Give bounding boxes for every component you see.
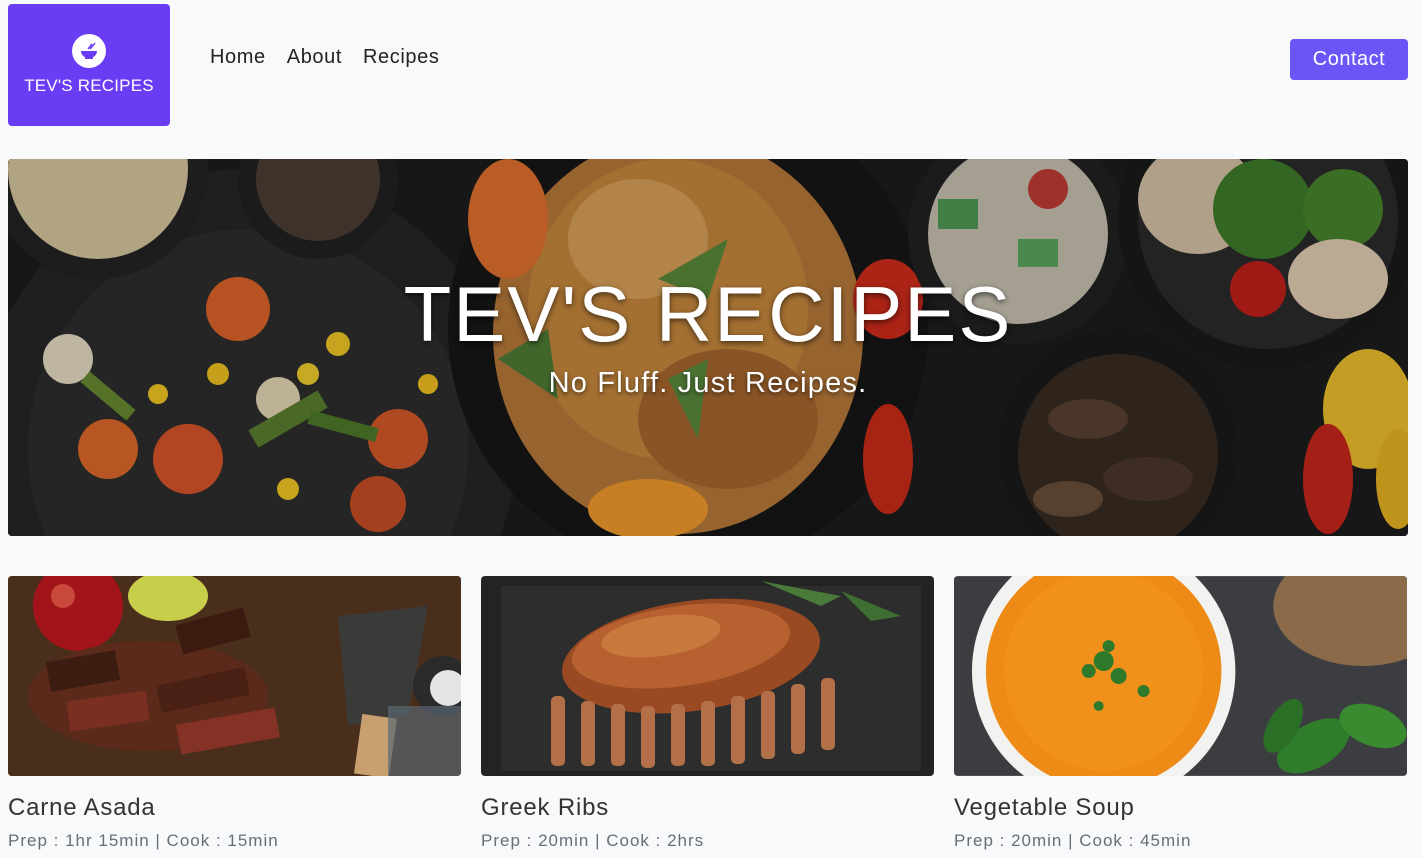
- recipe-card-greek-ribs[interactable]: Greek Ribs Prep : 20min | Cook : 2hrs: [481, 576, 934, 851]
- main-nav: Home About Recipes: [210, 46, 439, 69]
- recipe-title: Vegetable Soup: [954, 794, 1135, 821]
- hero-title: TEV'S RECIPES: [403, 270, 1013, 358]
- vegetable-soup-image: [954, 576, 1407, 776]
- logo-text: TEV'S RECIPES: [24, 76, 154, 95]
- nav-about-link[interactable]: About: [287, 46, 342, 69]
- greek-ribs-image: [481, 576, 934, 776]
- nav-recipes-link[interactable]: Recipes: [363, 46, 439, 69]
- recipe-title: Greek Ribs: [481, 794, 610, 821]
- recipe-meta: Prep : 20min | Cook : 2hrs: [481, 831, 705, 850]
- carne-asada-image: [8, 576, 461, 776]
- recipe-meta: Prep : 20min | Cook : 45min: [954, 831, 1192, 850]
- site-header: TEV'S RECIPES Home About Recipes Contact: [0, 0, 1422, 130]
- nav-home-link[interactable]: Home: [210, 46, 266, 69]
- site-logo[interactable]: TEV'S RECIPES: [8, 4, 170, 126]
- recipe-meta: Prep : 1hr 15min | Cook : 15min: [8, 831, 279, 850]
- recipe-title: Carne Asada: [8, 794, 156, 821]
- hero-banner: TEV'S RECIPES No Fluff. Just Recipes.: [8, 159, 1408, 536]
- recipe-cards: Carne Asada Prep : 1hr 15min | Cook : 15…: [8, 576, 1408, 858]
- contact-button[interactable]: Contact: [1290, 39, 1408, 80]
- recipe-card-vegetable-soup[interactable]: Vegetable Soup Prep : 20min | Cook : 45m…: [954, 576, 1407, 851]
- recipe-card-carne-asada[interactable]: Carne Asada Prep : 1hr 15min | Cook : 15…: [8, 576, 461, 851]
- bowl-icon: [72, 34, 106, 68]
- hero-subtitle: No Fluff. Just Recipes.: [548, 367, 868, 399]
